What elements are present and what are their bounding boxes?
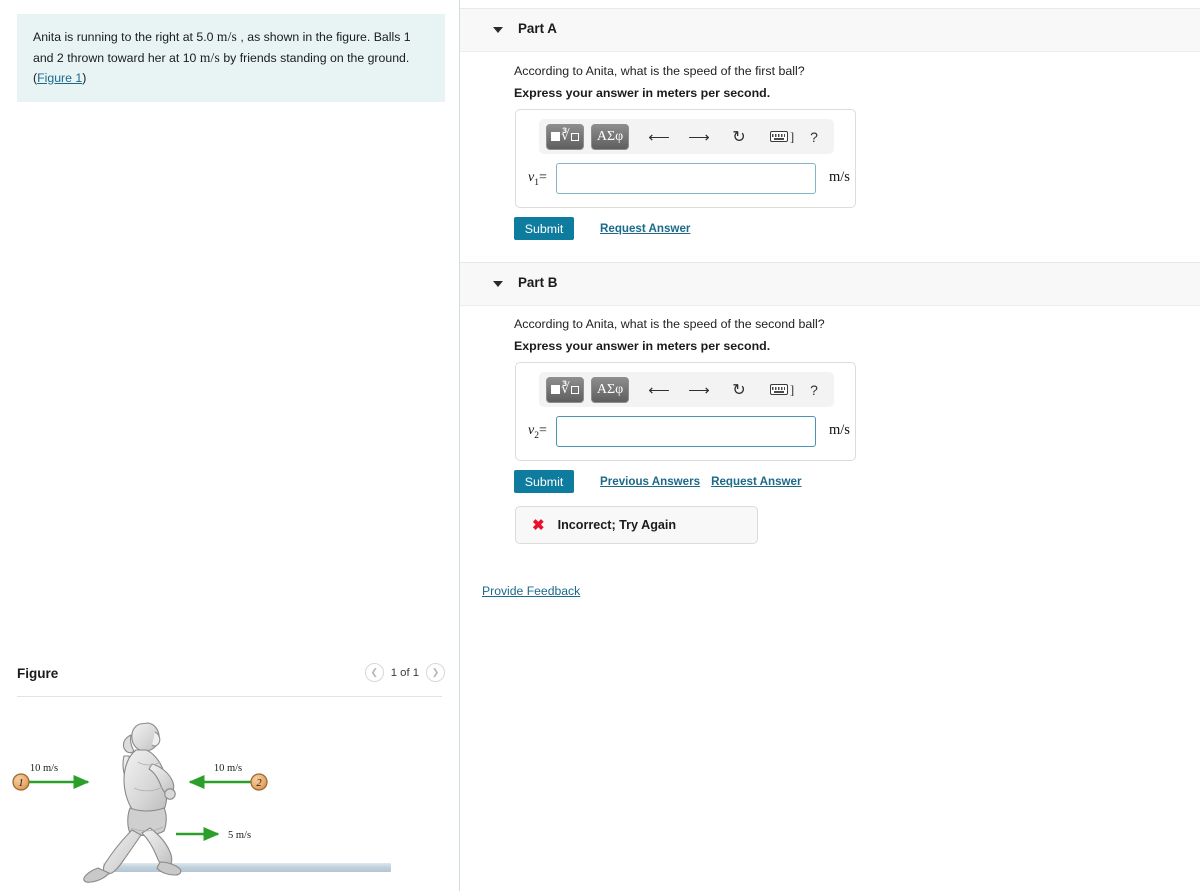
filled-square-icon xyxy=(551,132,561,141)
part-b-answer-input[interactable] xyxy=(556,416,816,447)
chevron-right-icon: ❯ xyxy=(431,667,440,677)
page-root: Anita is running to the right at 5.0 m/s… xyxy=(0,0,1200,891)
part-b-question: According to Anita, what is the speed of… xyxy=(514,317,825,331)
ball1-speed-label: 10 m/s xyxy=(30,763,58,774)
caret-down-icon[interactable] xyxy=(493,27,503,33)
part-b-unit-label: m/s xyxy=(829,422,850,438)
figure-panel-title: Figure xyxy=(17,666,59,681)
reset-icon[interactable]: ↻ xyxy=(731,124,747,150)
keyboard-icon[interactable]: ] xyxy=(769,124,795,150)
part-b-previous-answers-link[interactable]: Previous Answers xyxy=(600,475,700,488)
part-b-math-toolbar: ∛ ΑΣφ ⟵ ⟶ ↻ ] ? xyxy=(539,372,834,407)
filled-square-icon xyxy=(551,385,561,394)
part-b-equals: = xyxy=(538,423,547,438)
problem-statement: Anita is running to the right at 5.0 m/s… xyxy=(17,14,445,102)
problem-text-4: ) xyxy=(82,70,87,85)
runner-speed-label: 5 m/s xyxy=(228,830,251,841)
part-a-request-answer-link[interactable]: Request Answer xyxy=(600,222,690,235)
reset-icon[interactable]: ↻ xyxy=(731,377,747,403)
part-a-variable-label: v1= xyxy=(528,170,547,188)
figure-pager: ❮ 1 of 1 ❯ xyxy=(364,663,445,682)
chevron-left-icon: ❮ xyxy=(370,667,378,677)
part-b-submit-button[interactable]: Submit xyxy=(514,470,574,493)
redo-icon[interactable]: ⟶ xyxy=(688,377,710,403)
figure-illustration[interactable]: 10 m/s 1 10 m/s 2 5 m/s xyxy=(0,710,459,891)
part-b-feedback-text: Incorrect; Try Again xyxy=(557,518,677,532)
undo-icon[interactable]: ⟵ xyxy=(648,377,670,403)
keyboard-glyph xyxy=(769,131,788,142)
math-template-button[interactable]: ∛ xyxy=(546,123,584,150)
cross-icon: ✖ xyxy=(532,516,545,534)
part-a-title: Part A xyxy=(518,21,557,36)
figure-panel: Figure ❮ 1 of 1 ❯ xyxy=(0,660,459,697)
keyboard-glyph xyxy=(769,384,788,395)
part-a-instruction: Express your answer in meters per second… xyxy=(514,86,771,100)
figure-divider xyxy=(17,696,442,697)
nth-root-icon: ∛ xyxy=(561,129,570,144)
ball2-speed-label: 10 m/s xyxy=(214,763,242,774)
problem-unit-1: m/s xyxy=(216,29,237,44)
undo-icon[interactable]: ⟵ xyxy=(648,124,670,150)
part-b-answer-card: ∛ ΑΣφ ⟵ ⟶ ↻ ] ? v2= m/s xyxy=(515,362,856,461)
part-b-actions: Submit Previous Answers Request Answer xyxy=(514,470,802,493)
help-icon[interactable]: ? xyxy=(807,124,821,150)
part-a-equals: = xyxy=(538,170,547,185)
part-a-header[interactable]: Part A xyxy=(460,8,1200,52)
part-b-feedback-box: ✖ Incorrect; Try Again xyxy=(515,506,758,544)
redo-icon[interactable]: ⟶ xyxy=(688,124,710,150)
ball2-number-label: 2 xyxy=(256,778,262,789)
problem-unit-2: m/s xyxy=(199,49,220,65)
keyboard-bracket: ] xyxy=(789,381,795,397)
figure-next-button[interactable]: ❯ xyxy=(426,663,445,682)
empty-box-icon xyxy=(570,132,579,141)
keyboard-bracket: ] xyxy=(789,128,795,144)
left-pane: Anita is running to the right at 5.0 m/s… xyxy=(0,0,459,891)
provide-feedback-link[interactable]: Provide Feedback xyxy=(482,584,580,598)
help-icon[interactable]: ? xyxy=(807,377,821,403)
part-b-header[interactable]: Part B xyxy=(460,262,1200,306)
part-a-math-toolbar: ∛ ΑΣφ ⟵ ⟶ ↻ ] ? xyxy=(539,119,834,154)
part-b-variable-label: v2= xyxy=(528,423,547,441)
nth-root-icon: ∛ xyxy=(561,382,570,397)
figure-svg: 10 m/s 1 10 m/s 2 5 m/s xyxy=(12,722,391,883)
part-a-answer-card: ∛ ΑΣφ ⟵ ⟶ ↻ ] ? v1= m/s xyxy=(515,109,856,208)
empty-box-icon xyxy=(570,385,579,394)
ball1-number-label: 1 xyxy=(18,778,23,789)
figure-1-link[interactable]: Figure 1 xyxy=(37,71,82,85)
greek-letters-button[interactable]: ΑΣφ xyxy=(591,376,629,403)
keyboard-icon[interactable]: ] xyxy=(769,377,795,403)
caret-down-icon[interactable] xyxy=(493,281,503,287)
part-b-instruction: Express your answer in meters per second… xyxy=(514,339,771,353)
part-a-actions: Submit Request Answer xyxy=(514,217,690,240)
problem-text-1: Anita is running to the right at 5.0 xyxy=(33,30,214,44)
figure-header: Figure ❮ 1 of 1 ❯ xyxy=(0,660,459,692)
math-template-button[interactable]: ∛ xyxy=(546,376,584,403)
part-a-question: According to Anita, what is the speed of… xyxy=(514,64,805,78)
right-pane: Part A According to Anita, what is the s… xyxy=(460,0,1200,891)
part-b-title: Part B xyxy=(518,275,558,290)
part-b-request-answer-link[interactable]: Request Answer xyxy=(711,475,801,488)
part-a-unit-label: m/s xyxy=(829,169,850,185)
part-a-answer-input[interactable] xyxy=(556,163,816,194)
figure-prev-button[interactable]: ❮ xyxy=(364,663,384,682)
figure-pager-label: 1 of 1 xyxy=(390,666,419,679)
greek-letters-button[interactable]: ΑΣφ xyxy=(591,123,629,150)
part-a-submit-button[interactable]: Submit xyxy=(514,217,574,240)
